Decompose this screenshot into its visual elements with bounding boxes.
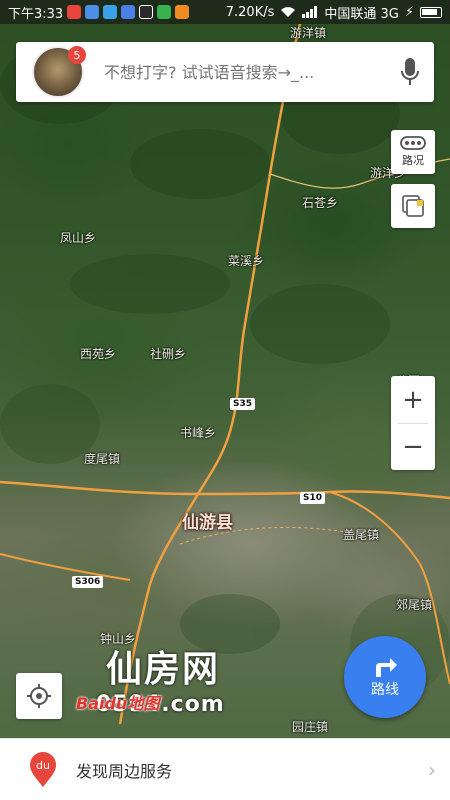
- wechat-icon: [157, 5, 172, 19]
- charging-icon: ⚡: [404, 4, 414, 20]
- place-label: 游洋镇: [290, 26, 327, 40]
- road-shield-s35: S35: [230, 398, 256, 410]
- place-label: 郊尾镇: [396, 598, 433, 612]
- road-shield-s10: S10: [300, 492, 326, 504]
- satellite-map[interactable]: 游洋镇 石苍乡 游洋乡 凤山乡 菜溪乡 西苑乡 社硎乡 公园 书峰乡 度尾镇 仙…: [0, 24, 450, 738]
- app-notification-icon: [121, 5, 136, 19]
- place-label: 盖尾镇: [343, 528, 380, 542]
- search-input[interactable]: [84, 62, 386, 82]
- place-label: 园庄镇: [292, 720, 329, 734]
- wifi-icon: [281, 7, 296, 17]
- baidu-du-icon: du: [28, 751, 58, 788]
- user-avatar[interactable]: 5: [32, 46, 86, 98]
- route-label: 路线: [371, 682, 399, 698]
- locate-button[interactable]: [16, 673, 62, 719]
- chevron-right-icon: ›: [428, 757, 436, 782]
- zoom-control: + −: [391, 376, 435, 470]
- app-notification-icon: [85, 5, 100, 19]
- route-arrow-icon: [376, 658, 397, 677]
- baidu-logo: Baidu地图: [76, 694, 160, 713]
- search-bar[interactable]: 5: [16, 42, 434, 102]
- network-speed: 7.20K/s: [225, 4, 275, 20]
- notification-badge: 5: [68, 46, 86, 64]
- zoom-out-button[interactable]: −: [391, 424, 435, 470]
- map-layers-button[interactable]: [391, 184, 435, 228]
- locate-icon: [27, 684, 51, 708]
- watermark-logo: 仙房网: [106, 648, 221, 690]
- place-label: 社硎乡: [150, 347, 187, 361]
- traffic-icon: [400, 136, 426, 150]
- nearby-services-label: 发现周边服务: [76, 761, 173, 781]
- terrain-texture: [0, 44, 450, 694]
- place-label: 度尾镇: [84, 452, 121, 466]
- place-label: 书峰乡: [180, 426, 217, 440]
- traffic-button[interactable]: 路况: [391, 130, 435, 174]
- signal-icon: [302, 6, 318, 18]
- app-notification-icon: [175, 5, 190, 19]
- route-button[interactable]: 路线: [344, 636, 426, 718]
- layers-icon: [402, 195, 424, 217]
- microphone-icon: [401, 58, 419, 85]
- road-secondary: [0, 553, 131, 581]
- place-label: 西苑乡: [80, 347, 117, 361]
- qq-icon: [139, 5, 154, 19]
- road-s10: [0, 480, 450, 500]
- nearby-services-bar[interactable]: du 发现周边服务 ›: [0, 738, 450, 800]
- road-network: [0, 24, 450, 725]
- road-shield-s306: S306: [72, 576, 104, 588]
- status-time: 下午3:33: [8, 6, 64, 22]
- county-label: 仙游县: [182, 513, 233, 533]
- place-label: 凤山乡: [60, 231, 97, 245]
- app-notification-icon: [103, 5, 118, 19]
- carrier-name: 中国联通 3G: [324, 6, 399, 22]
- voice-search-button[interactable]: [386, 48, 434, 96]
- place-label: 石苍乡: [302, 196, 339, 210]
- status-bar: 下午3:33 7.20K/s 中国联通 3G ⚡: [0, 0, 450, 24]
- traffic-label: 路况: [402, 154, 424, 167]
- zoom-in-button[interactable]: +: [391, 377, 435, 423]
- battery-icon: [420, 6, 442, 18]
- app-notification-icon: [67, 5, 82, 19]
- place-label: 菜溪乡: [228, 254, 265, 268]
- du-pin-text: du: [36, 759, 50, 772]
